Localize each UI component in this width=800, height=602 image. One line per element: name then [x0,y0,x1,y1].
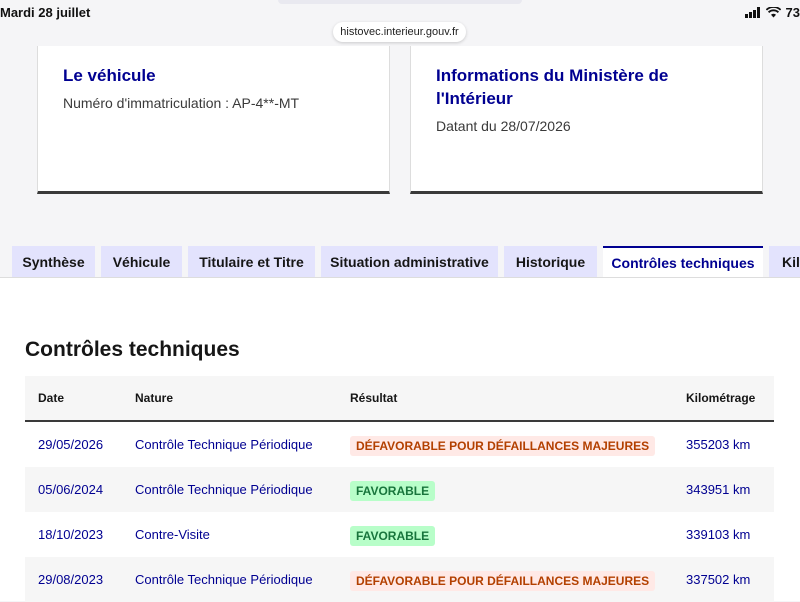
ministry-card-title: Informations du Ministère de l'Intérieur [436,66,669,108]
result-badge: FAVORABLE [350,480,436,501]
tab-kilometrage[interactable]: Kilométrage [769,246,800,278]
row-result: FAVORABLE [350,512,436,557]
multitasking-indicator[interactable] [278,0,522,4]
row-date: 05/06/2024 [38,482,104,497]
vehicle-card: Le véhicule Numéro d'immatriculation : A… [37,46,390,194]
tab-synthese[interactable]: Synthèse [12,246,95,278]
row-mileage: 355203 km [686,437,751,452]
ministry-card: Informations du Ministère de l'Intérieur… [410,46,763,194]
section-title: Contrôles techniques [25,338,240,361]
status-time: Mardi 28 juillet [0,5,91,20]
tab-vehicule[interactable]: Véhicule [101,246,182,278]
row-mileage: 343951 km [686,482,751,497]
row-nature: Contrôle Technique Périodique [135,482,313,497]
status-indicators: 73 [744,5,800,20]
tab-controles-techniques[interactable]: Contrôles techniques [603,246,763,279]
table-row: 05/06/2024 Contrôle Technique Périodique… [25,467,774,512]
vehicle-card-title: Le véhicule [63,66,156,85]
tab-historique[interactable]: Historique [504,246,597,278]
tab-situation-administrative[interactable]: Situation administrative [321,246,498,278]
row-date: 29/05/2026 [38,437,104,452]
row-mileage: 337502 km [686,572,751,587]
row-date: 29/08/2023 [38,572,104,587]
row-result: FAVORABLE [350,467,436,512]
row-date: 18/10/2023 [38,527,104,542]
column-nature: Nature [135,391,174,405]
tab-bar: Synthèse Véhicule Titulaire et Titre Sit… [0,246,800,279]
tab-titulaire[interactable]: Titulaire et Titre [188,246,315,278]
result-badge: DÉFAVORABLE POUR DÉFAILLANCES MAJEURES [350,570,656,591]
result-badge: DÉFAVORABLE POUR DÉFAILLANCES MAJEURES [350,435,656,456]
registration-number: Numéro d'immatriculation : AP-4**-MT [63,95,300,111]
result-badge: FAVORABLE [350,525,436,546]
table-row: 29/05/2026 Contrôle Technique Périodique… [25,422,774,467]
row-result: DÉFAVORABLE POUR DÉFAILLANCES MAJEURES [350,557,656,602]
row-nature: Contrôle Technique Périodique [135,437,313,452]
signal-icon [744,7,760,18]
battery-level: 73 [785,5,800,20]
tab-panel: Contrôles techniques Date Nature Résulta… [0,277,800,602]
table-row: 18/10/2023 Contre-Visite FAVORABLE 33910… [25,512,774,557]
row-mileage: 339103 km [686,527,751,542]
column-date: Date [38,391,65,405]
table-row: 29/08/2023 Contrôle Technique Périodique… [25,557,774,602]
row-nature: Contrôle Technique Périodique [135,572,313,587]
row-result: DÉFAVORABLE POUR DÉFAILLANCES MAJEURES [350,422,656,467]
url-bar[interactable]: histovec.interieur.gouv.fr [333,22,466,42]
data-date: Datant du 28/07/2026 [436,118,571,134]
table-header: Date Nature Résultat Kilométrage [25,376,774,422]
column-mileage: Kilométrage [686,391,756,405]
column-result: Résultat [350,391,398,405]
wifi-icon [765,7,781,18]
row-nature: Contre-Visite [135,527,210,542]
technical-inspections-table: Date Nature Résultat Kilométrage 29/05/2… [25,376,774,602]
